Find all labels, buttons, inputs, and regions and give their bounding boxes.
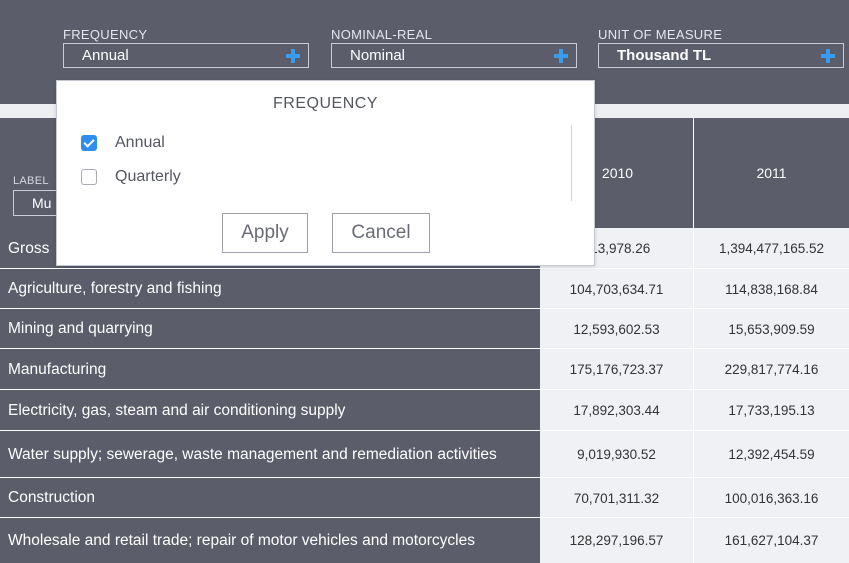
labels-filter-label: LABEL — [13, 175, 49, 187]
column-header-year[interactable]: 2011 — [693, 118, 849, 228]
cell-value: 17,733,195.13 — [694, 390, 849, 431]
cell-value: 12,593,602.53 — [540, 309, 693, 349]
frequency-filter-label: FREQUENCY — [63, 27, 148, 42]
option-label: Annual — [115, 134, 165, 151]
table-row: Construction 70,701,311.32 100,016,363.1… — [0, 478, 849, 518]
table-row: Wholesale and retail trade; repair of mo… — [0, 518, 849, 563]
frequency-popup: FREQUENCY Annual Quarterly Apply Cancel — [56, 80, 595, 266]
cancel-button[interactable]: Cancel — [332, 213, 430, 253]
cell-value: 175,176,723.37 — [540, 349, 693, 390]
row-label: Water supply; sewerage, waste management… — [0, 431, 540, 478]
table-row: Electricity, gas, steam and air conditio… — [0, 390, 849, 431]
cell-value: 161,627,104.37 — [694, 518, 849, 563]
cell-value: 12,392,454.59 — [694, 431, 849, 478]
table-row: Mining and quarrying 12,593,602.53 15,65… — [0, 309, 849, 349]
checkbox-checked-icon[interactable] — [81, 135, 97, 151]
plus-icon[interactable] — [821, 49, 835, 63]
nominal-real-filter: NOMINAL-REAL Nominal — [331, 27, 577, 68]
unit-dropdown-value: Thousand TL — [617, 47, 712, 64]
unit-filter: UNIT OF MEASURE Thousand TL — [598, 27, 844, 68]
row-label: Construction — [0, 478, 540, 518]
unit-filter-label: UNIT OF MEASURE — [598, 27, 723, 42]
row-label: Manufacturing — [0, 349, 540, 390]
cell-value: 9,019,930.52 — [540, 431, 693, 478]
option-annual[interactable]: Annual — [81, 133, 165, 153]
cell-value: 100,016,363.16 — [694, 478, 849, 518]
option-quarterly[interactable]: Quarterly — [81, 167, 181, 187]
row-label: Wholesale and retail trade; repair of mo… — [0, 518, 540, 563]
plus-icon[interactable] — [554, 49, 568, 63]
option-label: Quarterly — [115, 168, 181, 185]
scrollbar[interactable] — [571, 125, 572, 201]
cell-value: 1,394,477,165.52 — [694, 228, 849, 269]
cell-value: 15,653,909.59 — [694, 309, 849, 349]
cell-value: 70,701,311.32 — [540, 478, 693, 518]
frequency-dropdown-value: Annual — [82, 47, 129, 64]
table-row: Water supply; sewerage, waste management… — [0, 431, 849, 478]
nominal-real-dropdown[interactable]: Nominal — [331, 43, 577, 68]
cell-value: 128,297,196.57 — [540, 518, 693, 563]
labels-dropdown-value: Mu — [32, 195, 52, 211]
row-label: Mining and quarrying — [0, 309, 540, 349]
unit-dropdown[interactable]: Thousand TL — [598, 43, 844, 68]
cell-value: 17,892,303.44 — [540, 390, 693, 431]
nominal-real-filter-label: NOMINAL-REAL — [331, 27, 433, 42]
table-row: Agriculture, forestry and fishing 104,70… — [0, 269, 849, 309]
cell-value: 114,838,168.84 — [694, 269, 849, 309]
frequency-filter: FREQUENCY Annual — [63, 27, 309, 68]
checkbox-unchecked-icon[interactable] — [81, 169, 97, 185]
cell-value: 229,817,774.16 — [694, 349, 849, 390]
apply-button[interactable]: Apply — [222, 213, 308, 253]
row-label: Agriculture, forestry and fishing — [0, 269, 540, 309]
frequency-dropdown[interactable]: Annual — [63, 43, 309, 68]
table-row: Manufacturing 175,176,723.37 229,817,774… — [0, 349, 849, 390]
row-label: Electricity, gas, steam and air conditio… — [0, 390, 540, 431]
nominal-real-dropdown-value: Nominal — [350, 47, 406, 64]
cell-value: 104,703,634.71 — [540, 269, 693, 309]
plus-icon[interactable] — [286, 49, 300, 63]
popup-title: FREQUENCY — [273, 95, 378, 112]
